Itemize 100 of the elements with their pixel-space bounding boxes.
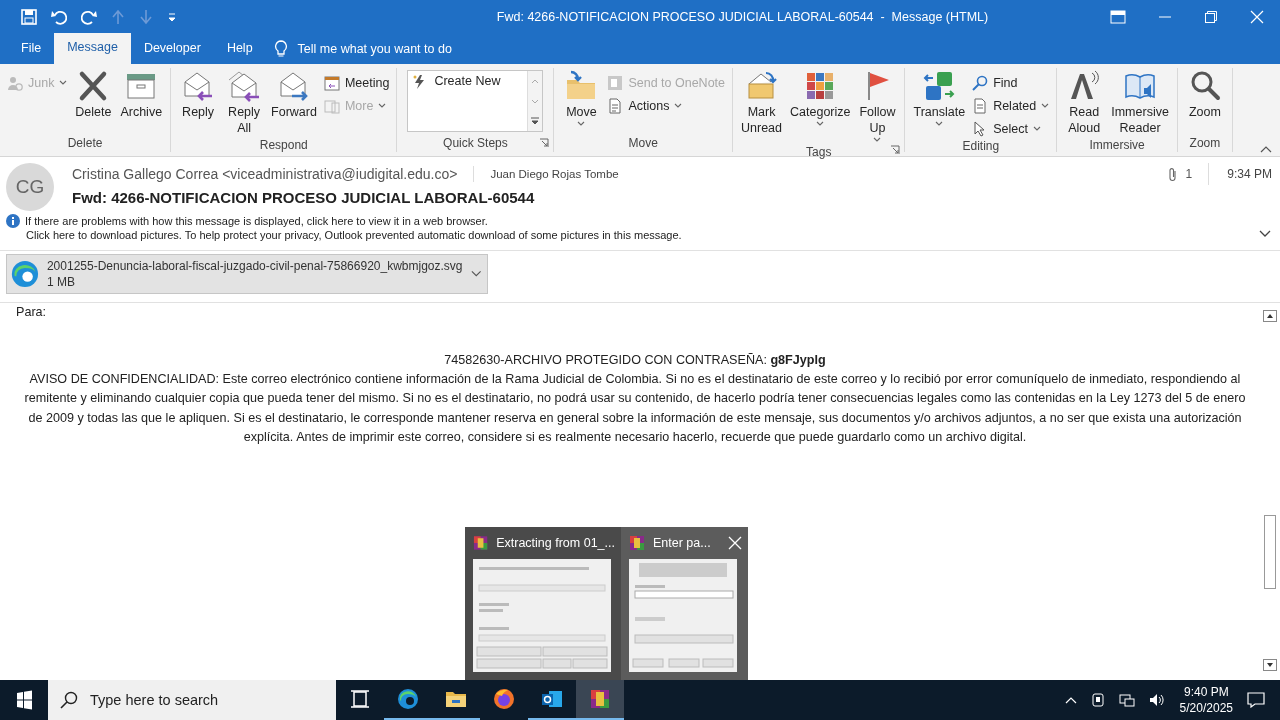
- mail-app-icon: [541, 688, 563, 710]
- ribbon-button[interactable]: Reply All: [221, 68, 268, 138]
- volume-icon[interactable]: [1148, 692, 1165, 708]
- show-hidden-icons-icon[interactable]: [1064, 696, 1077, 704]
- reply-icon: [182, 70, 215, 102]
- ribbon-display-icon[interactable]: [1110, 10, 1126, 24]
- junk-icon: [7, 74, 23, 91]
- close-icon[interactable]: [728, 536, 742, 550]
- paperclip-icon: [1167, 166, 1178, 182]
- notifications-icon[interactable]: [1247, 692, 1265, 708]
- caret-icon: [577, 121, 586, 127]
- ribbon-button[interactable]: Reply: [175, 68, 222, 122]
- group-label: Move: [628, 136, 658, 150]
- ribbon-button[interactable]: Read Aloud: [1061, 68, 1108, 138]
- calendar-icon: [323, 74, 340, 91]
- browser-logo-icon: [397, 688, 419, 710]
- ribbon-tab[interactable]: Help: [213, 34, 266, 64]
- folder-icon: [565, 70, 598, 102]
- ribbon-button[interactable]: Find: [969, 72, 1053, 93]
- close-icon[interactable]: [1250, 10, 1264, 24]
- undo-icon[interactable]: [51, 9, 67, 25]
- group-label: Immersive: [1089, 138, 1145, 152]
- caret-icon: [59, 79, 68, 86]
- caret-icon: [873, 137, 882, 143]
- confidentiality-notice: AVISO DE CONFIDENCIALIDAD: Este correo electrónico contiene información de la Rama Judicial de Colombia. Si no es el destinatario de este correo y lo recibió por error comuníquelo de inmediato, respondiendo al remitente y eliminando cualquier copia que pueda tener del mismo. Si no es el destinatario, no podrá usar su contenido, de hacerlo podría tener consecuencias legales como las contenidas en la Ley 1273 del 5 de enero de 2009 y todas las que le apliquen. Si es el destinatario, le corresponde mantener reserva en general sobre la información de este mensaje, sus documentos y/o archivos adjuntos, a no ser que exista una autorización explícita. Antes de imprimir este correo, considere si es realmente necesario hacerlo, recuerde que puede guardarlo como un archivo digital.: [23, 371, 1247, 447]
- ribbon-button[interactable]: Mark Unread: [737, 68, 787, 138]
- ribbon-button[interactable]: Related: [969, 95, 1053, 116]
- firefox-logo-icon: [493, 688, 515, 710]
- caret-icon[interactable]: [470, 270, 481, 278]
- attachment-size: 1 MB: [46, 274, 76, 290]
- document-icon: [607, 97, 624, 114]
- sender-name: Cristina Gallego Correa <viceadministrativa@iudigital.edu.co>: [72, 166, 475, 182]
- search-icon: [60, 691, 78, 709]
- archive-app-icon: [629, 535, 645, 551]
- attachment-card[interactable]: 2001255-Denuncia-laboral-fiscal-juzgado-civil-penal-75866920_kwbmjgoz.svg 1 MB: [6, 254, 488, 294]
- ribbon-button[interactable]: Meeting: [320, 72, 393, 93]
- clock[interactable]: 9:40 PM 5/20/2025: [1179, 684, 1233, 716]
- caret-icon: [378, 102, 387, 109]
- ribbon-button[interactable]: Categorize: [786, 68, 855, 129]
- ribbon-button[interactable]: Zoom: [1181, 68, 1228, 122]
- tell-me-field[interactable]: Tell me what you want to do: [273, 34, 452, 64]
- group-label: Quick Steps: [443, 136, 508, 150]
- search-icon: [972, 74, 989, 91]
- ribbon-tab[interactable]: Developer: [130, 34, 214, 64]
- recipient-label: Para:: [16, 305, 48, 321]
- lightbulb-icon: [273, 40, 288, 58]
- window-title: Fwd: 4266-NOTIFICACION PROCESO JUDICIAL LABORAL-60544 - Message (HTML): [495, 10, 990, 24]
- search-field[interactable]: Type here to search: [48, 680, 336, 720]
- ribbon-button[interactable]: Select: [969, 118, 1053, 139]
- ribbon-button[interactable]: Follow Up: [854, 68, 901, 145]
- document-icon: [972, 97, 989, 114]
- collapse-ribbon-icon[interactable]: [1260, 145, 1272, 153]
- ribbon-button[interactable]: Actions: [604, 95, 729, 116]
- network-icon[interactable]: [1118, 692, 1135, 708]
- quick-step-item[interactable]: Create New: [408, 71, 528, 131]
- ribbon-button[interactable]: Move: [558, 68, 605, 129]
- scroll-thumb[interactable]: [1264, 515, 1276, 589]
- forward-icon: [278, 70, 310, 102]
- dialog-launcher-icon[interactable]: [890, 145, 901, 155]
- caret-icon: [1032, 125, 1041, 132]
- window-preview[interactable]: Enter pa...: [621, 527, 748, 680]
- attachment-count: 1: [1185, 163, 1210, 185]
- envelope-icon: [745, 70, 778, 102]
- group-label: Respond: [259, 138, 308, 152]
- ribbon-button[interactable]: Translate: [909, 68, 970, 129]
- group-label: Delete: [67, 136, 103, 150]
- caret-icon: [935, 121, 944, 127]
- ribbon-button[interactable]: Delete: [70, 68, 117, 122]
- recipient-name: Juan Diego Rojas Tombe: [490, 168, 619, 180]
- caret-icon: [674, 102, 683, 109]
- caret-icon: [816, 121, 825, 127]
- info-message[interactable]: If there are problems with how this message is displayed, click here to view it in a web browser.: [25, 215, 488, 227]
- info-icon: [6, 214, 20, 228]
- archive-app-icon: [589, 688, 611, 710]
- save-icon[interactable]: [21, 9, 37, 25]
- restore-icon[interactable]: [1204, 10, 1218, 24]
- received-time: 9:34 PM: [1227, 167, 1273, 181]
- ribbon-tab[interactable]: Message: [54, 33, 131, 64]
- scroll-up-icon[interactable]: [1263, 310, 1277, 322]
- ribbon-button[interactable]: Immersive Reader: [1107, 68, 1173, 138]
- notebook-icon: [607, 74, 624, 91]
- info-message[interactable]: Click here to download pictures. To help protect your privacy, Outlook prevented automatic download of some pictures in this message.: [26, 229, 682, 241]
- scroll-down-icon[interactable]: [1263, 659, 1277, 671]
- ribbon-tab[interactable]: File: [8, 34, 55, 64]
- more-icon: [323, 97, 340, 114]
- window-preview[interactable]: Extracting from 01_...: [465, 527, 621, 680]
- taskbar-app[interactable]: [576, 680, 624, 720]
- password-line: 74582630-ARCHIVO PROTEGIDO CON CONTRASEÑA: g8FJyplg: [443, 352, 827, 369]
- expand-header-icon[interactable]: [1259, 230, 1271, 238]
- ribbon-button[interactable]: Forward: [267, 68, 321, 122]
- group-label: Editing: [962, 139, 1000, 153]
- dialog-launcher-icon[interactable]: [539, 138, 550, 148]
- group-label: Tags: [806, 145, 832, 159]
- message-subject: Fwd: 4266-NOTIFICACION PROCESO JUDICIAL LABORAL-60544: [72, 189, 536, 206]
- redo-icon[interactable]: [81, 9, 97, 25]
- ribbon-button[interactable]: Archive: [116, 68, 167, 122]
- preview-title: Enter pa...: [653, 536, 711, 550]
- avatar: CG: [6, 163, 54, 211]
- device-icon[interactable]: [1090, 692, 1105, 708]
- archive-app-icon: [473, 535, 489, 551]
